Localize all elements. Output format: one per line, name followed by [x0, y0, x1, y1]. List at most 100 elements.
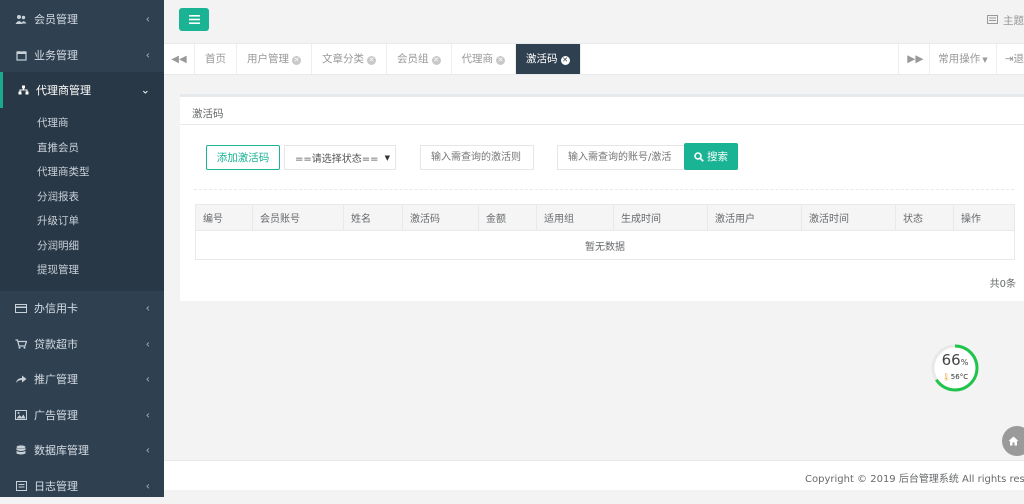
gauge-percent-value: 66 [942, 351, 961, 369]
chevron-left-icon: ‹ [146, 444, 150, 457]
submenu-item-direct-members[interactable]: 直推会员 [0, 136, 164, 161]
top-navbar: 主题 [164, 0, 1024, 44]
sidebar-item-agents[interactable]: 代理商管理 ⌄ [0, 72, 164, 108]
table-row: 暂无数据 [196, 231, 1015, 260]
sitemap-icon [16, 84, 30, 96]
sidebar-item-database[interactable]: 数据库管理 ‹ [0, 433, 164, 469]
column-header[interactable]: 适用组 [537, 205, 614, 231]
close-icon[interactable]: ✕ [432, 56, 441, 65]
sidebar-item-label: 会员管理 [34, 11, 78, 27]
column-header[interactable]: 金额 [479, 205, 537, 231]
thermometer-icon: 🌡 [942, 373, 951, 381]
cart-icon [14, 338, 28, 350]
close-icon[interactable]: ✕ [561, 56, 570, 65]
account-search-input[interactable] [557, 145, 685, 170]
exit-button[interactable]: ⇥退 [996, 44, 1024, 74]
double-chevron-left-icon: ◀◀ [171, 54, 186, 65]
column-header[interactable]: 姓名 [344, 205, 403, 231]
chevron-left-icon: ‹ [146, 373, 150, 386]
log-icon [14, 480, 28, 492]
activation-code-panel: 激活码 添加激活码 ==请选择状态== ▼ 搜索 编号 会员账号 姓名 激活码 … [180, 94, 1024, 301]
performance-gauge[interactable]: 66% 🌡56°C [930, 343, 980, 393]
copyright-text: Copyright © 2019 后台管理系统 All rights reser… [805, 470, 1024, 485]
gauge-percent: 66% [930, 351, 980, 369]
sidebar-item-credit-card[interactable]: 办信用卡 ‹ [0, 291, 164, 327]
activation-code-search-input[interactable] [420, 145, 534, 170]
theme-switch[interactable]: 主题 [987, 13, 1024, 28]
caret-down-icon: ▼ [982, 56, 987, 64]
column-header[interactable]: 编号 [196, 205, 253, 231]
footer: Copyright © 2019 后台管理系统 All rights reser… [164, 460, 1024, 490]
tab-home[interactable]: 首页 [195, 44, 237, 74]
submenu-item-agent-types[interactable]: 代理商类型 [0, 160, 164, 185]
status-select[interactable]: ==请选择状态== ▼ [284, 145, 396, 170]
tab-agent[interactable]: 代理商✕ [452, 44, 517, 74]
sidebar-item-promotion[interactable]: 推广管理 ‹ [0, 362, 164, 398]
tab-article-category[interactable]: 文章分类✕ [312, 44, 387, 74]
divider [180, 124, 1024, 125]
tab-bar: ◀◀ 首页 用户管理✕ 文章分类✕ 会员组✕ 代理商✕ 激活码✕ ▶▶ 常用操作… [164, 44, 1024, 75]
submenu-item-profit-details[interactable]: 分润明细 [0, 234, 164, 259]
calendar-icon [14, 49, 28, 61]
common-ops-dropdown[interactable]: 常用操作▼ [929, 44, 995, 74]
home-float-button[interactable] [1002, 426, 1024, 456]
caret-down-icon: ▼ [385, 154, 390, 162]
table-header-row: 编号 会员账号 姓名 激活码 金额 适用组 生成时间 激活用户 激活时间 状态 … [196, 205, 1015, 231]
tab-member-group[interactable]: 会员组✕ [387, 44, 452, 74]
column-header[interactable]: 生成时间 [614, 205, 708, 231]
sidebar-item-members[interactable]: 会员管理 ‹ [0, 0, 164, 38]
activation-code-table: 编号 会员账号 姓名 激活码 金额 适用组 生成时间 激活用户 激活时间 状态 … [195, 204, 1015, 260]
total-count: 共0条 [990, 275, 1016, 290]
exit-label: 退 [1014, 53, 1024, 65]
menu-toggle-button[interactable] [179, 8, 209, 31]
gauge-temp-value: 56°C [951, 373, 968, 381]
credit-card-icon [14, 302, 28, 314]
column-header[interactable]: 状态 [896, 205, 954, 231]
sidebar-item-business[interactable]: 业务管理 ‹ [0, 38, 164, 72]
empty-table-message: 暂无数据 [196, 231, 1015, 260]
column-header[interactable]: 操作 [954, 205, 1015, 231]
theme-label: 主题 [1003, 13, 1024, 28]
chevron-left-icon: ‹ [146, 408, 150, 421]
dashed-divider [194, 189, 1014, 190]
theme-icon [987, 15, 998, 27]
sidebar-item-label: 代理商管理 [36, 82, 91, 98]
add-activation-code-button[interactable]: 添加激活码 [206, 145, 280, 170]
sidebar-item-loan-market[interactable]: 贷款超市 ‹ [0, 326, 164, 362]
close-icon[interactable]: ✕ [496, 56, 505, 65]
sidebar-item-logs[interactable]: 日志管理 ‹ [0, 468, 164, 504]
chevron-left-icon: ‹ [146, 337, 150, 350]
column-header[interactable]: 激活用户 [708, 205, 802, 231]
column-header[interactable]: 激活码 [403, 205, 479, 231]
sign-out-icon: ⇥ [1005, 53, 1014, 65]
close-icon[interactable]: ✕ [367, 56, 376, 65]
tab-activation-code[interactable]: 激活码✕ [516, 44, 581, 74]
tab-user-management[interactable]: 用户管理✕ [237, 44, 312, 74]
chevron-left-icon: ‹ [146, 302, 150, 315]
tab-label: 激活码 [526, 53, 558, 65]
sidebar-item-label: 业务管理 [34, 47, 78, 63]
home-icon [1008, 436, 1019, 446]
column-header[interactable]: 会员账号 [253, 205, 344, 231]
tab-scroll-right-button[interactable]: ▶▶ [898, 44, 929, 74]
submenu-item-profit-report[interactable]: 分润报表 [0, 185, 164, 210]
image-icon [14, 409, 28, 421]
close-icon[interactable]: ✕ [292, 56, 301, 65]
users-icon [14, 13, 28, 25]
tab-bar-right: ▶▶ 常用操作▼ ⇥退 [898, 44, 1024, 74]
sidebar-item-label: 推广管理 [34, 371, 78, 387]
tab-label: 文章分类 [322, 53, 364, 65]
tab-scroll-left-button[interactable]: ◀◀ [164, 44, 195, 74]
double-chevron-right-icon: ▶▶ [907, 53, 923, 65]
sidebar-item-ads[interactable]: 广告管理 ‹ [0, 397, 164, 433]
search-button[interactable]: 搜索 [684, 143, 738, 170]
column-header[interactable]: 激活时间 [802, 205, 896, 231]
chevron-left-icon: ‹ [146, 13, 150, 26]
search-button-label: 搜索 [707, 149, 728, 164]
tab-label: 用户管理 [247, 53, 289, 65]
submenu-item-upgrade-orders[interactable]: 升级订单 [0, 209, 164, 234]
search-icon [694, 152, 704, 162]
submenu-item-agent[interactable]: 代理商 [0, 111, 164, 136]
page-tabs: 首页 用户管理✕ 文章分类✕ 会员组✕ 代理商✕ 激活码✕ [195, 44, 581, 74]
submenu-item-withdrawals[interactable]: 提现管理 [0, 258, 164, 283]
